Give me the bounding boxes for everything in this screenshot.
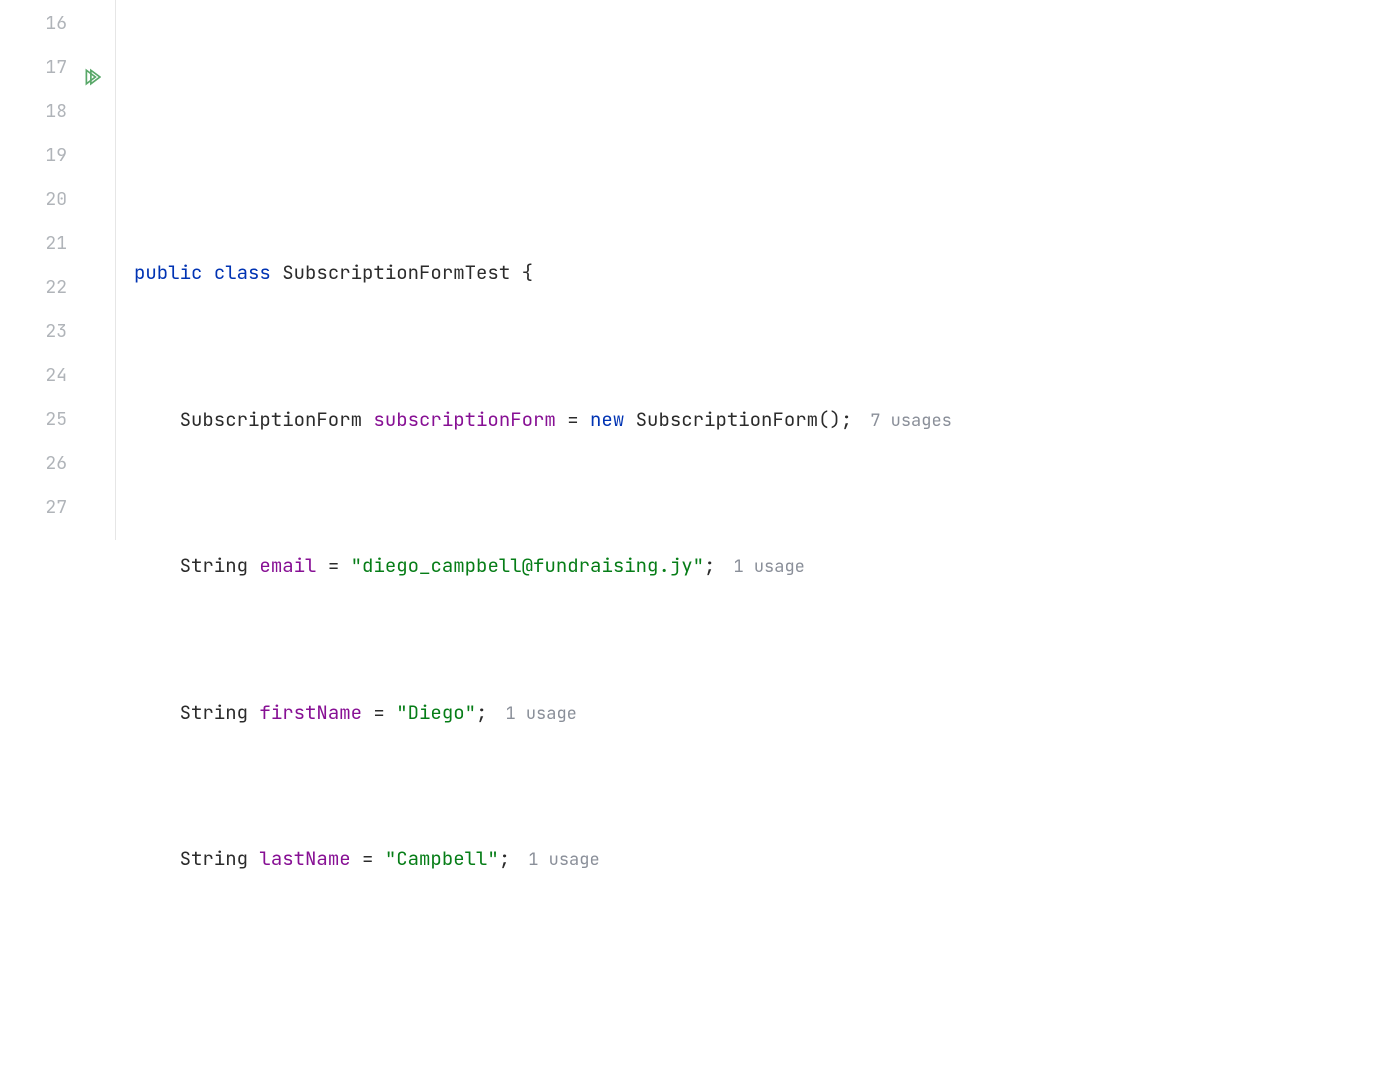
type: String (180, 846, 248, 871)
field: firstName (259, 700, 362, 725)
code-line[interactable] (134, 105, 1400, 149)
gutter: 16 17 18 19 20 21 22 23 24 25 26 27 (0, 0, 116, 540)
string-literal: "diego_campbell@fundraising.jy" (351, 553, 704, 578)
code-line[interactable] (134, 984, 1400, 1028)
code-line[interactable]: String email = "diego_campbell@fundraisi… (134, 544, 1400, 588)
type: String (180, 553, 248, 578)
type: SubscriptionForm (180, 407, 362, 432)
code-line[interactable]: String firstName = "Diego";1 usage (134, 691, 1400, 735)
line-number[interactable]: 22 (0, 266, 115, 310)
string-literal: "Campbell" (385, 846, 499, 871)
field: lastName (259, 846, 350, 871)
line-number[interactable]: 25 (0, 398, 115, 442)
line-number[interactable]: 20 (0, 178, 115, 222)
line-number[interactable]: 18 (0, 90, 115, 134)
line-number[interactable]: 26 (0, 442, 115, 486)
usage-hint[interactable]: 1 usage (528, 849, 599, 871)
string-literal: "Diego" (396, 700, 476, 725)
class-name: SubscriptionFormTest (282, 260, 510, 285)
line-number[interactable]: 19 (0, 134, 115, 178)
code-line[interactable]: public class SubscriptionFormTest { (134, 251, 1400, 295)
code-line[interactable]: String lastName = "Campbell";1 usage (134, 837, 1400, 881)
field: subscriptionForm (373, 407, 555, 432)
code-editor: 16 17 18 19 20 21 22 23 24 25 26 27 publ… (0, 0, 1400, 540)
line-number[interactable]: 17 (0, 46, 115, 90)
line-number[interactable]: 21 (0, 222, 115, 266)
line-number[interactable]: 16 (0, 2, 115, 46)
usage-hint[interactable]: 7 usages (870, 410, 952, 432)
line-number[interactable]: 27 (0, 486, 115, 530)
usage-hint[interactable]: 1 usage (733, 556, 804, 578)
line-number[interactable]: 23 (0, 310, 115, 354)
run-test-icon[interactable] (83, 59, 101, 77)
usage-hint[interactable]: 1 usage (505, 703, 576, 725)
code-area[interactable]: public class SubscriptionFormTest { Subs… (116, 0, 1400, 540)
field: email (259, 553, 316, 578)
line-number[interactable]: 24 (0, 354, 115, 398)
keyword: public (134, 260, 202, 285)
type: SubscriptionForm (636, 407, 818, 432)
keyword: new (590, 407, 624, 432)
keyword: class (214, 260, 271, 285)
type: String (180, 700, 248, 725)
code-line[interactable]: SubscriptionForm subscriptionForm = new … (134, 398, 1400, 442)
